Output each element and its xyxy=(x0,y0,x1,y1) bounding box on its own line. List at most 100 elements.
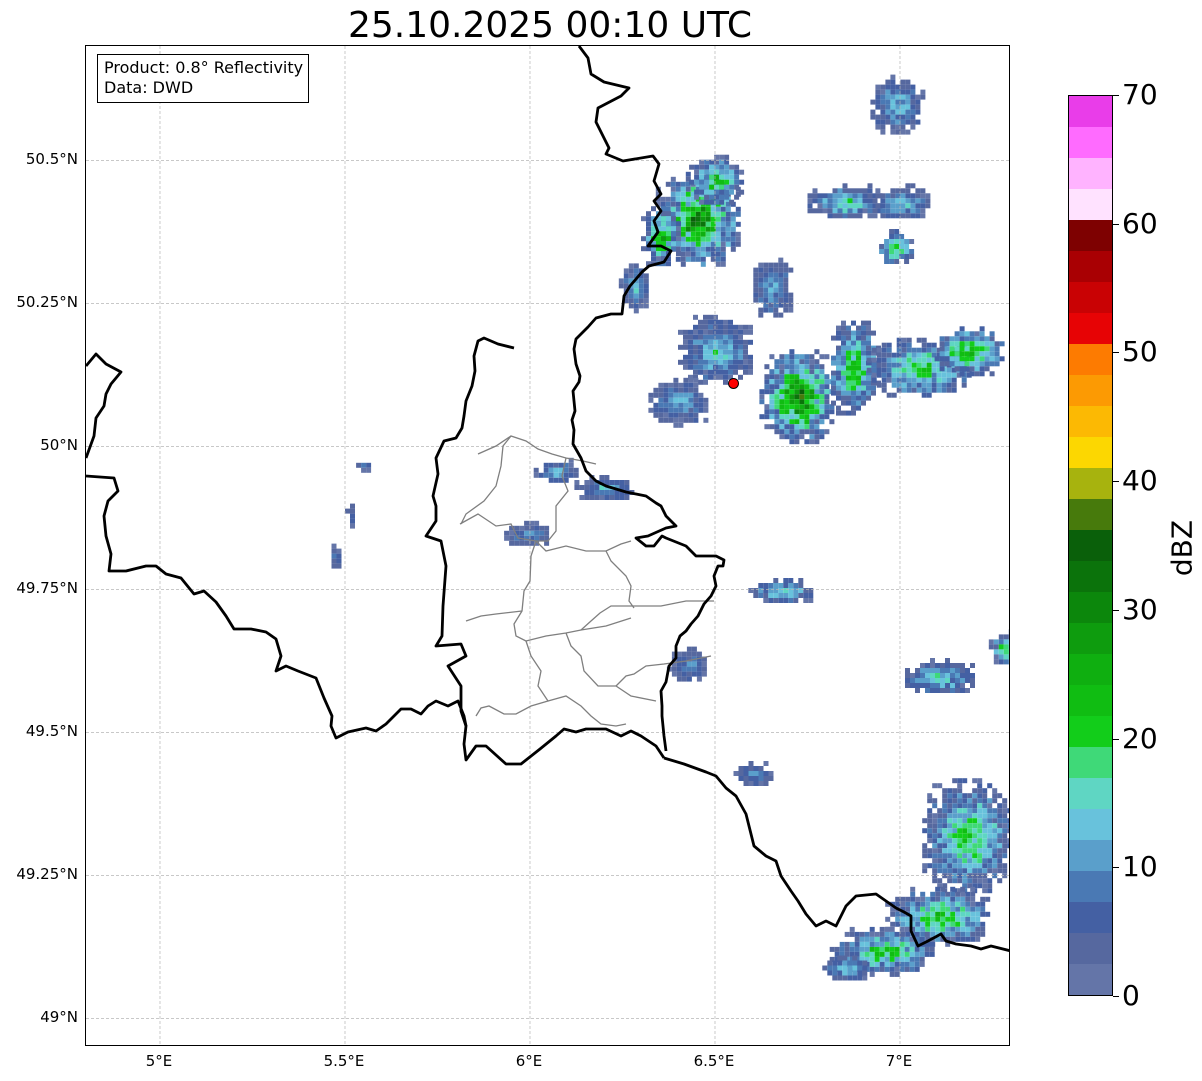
echo-cell xyxy=(824,374,830,380)
echo-cell xyxy=(952,813,958,819)
echo-cell xyxy=(957,783,963,789)
echo-cell xyxy=(718,349,723,355)
echo-cell xyxy=(924,931,930,937)
echo-cell xyxy=(783,598,789,603)
echo-cell xyxy=(758,588,764,593)
echo-cell xyxy=(955,683,960,688)
echo-cell xyxy=(819,434,825,440)
echo-cell xyxy=(773,292,779,298)
echo-cell xyxy=(730,216,736,222)
echo-cell xyxy=(729,179,735,185)
echo-cell xyxy=(701,666,707,672)
echo-cell xyxy=(940,926,946,932)
echo-cell xyxy=(951,377,957,383)
echo-cell xyxy=(763,588,769,593)
echo-cell xyxy=(965,936,971,942)
echo-cell xyxy=(832,188,838,194)
x-tick-label: 7°E xyxy=(885,1052,913,1070)
echo-cell xyxy=(573,472,579,478)
echo-cell xyxy=(819,374,825,380)
echo-cell xyxy=(935,906,941,912)
echo-cell xyxy=(851,350,856,356)
echo-cell xyxy=(824,354,830,360)
echo-cell xyxy=(942,863,948,869)
echo-cell xyxy=(952,853,958,859)
echo-cell xyxy=(952,878,958,884)
echo-cell xyxy=(609,495,615,500)
echo-cell xyxy=(680,211,686,217)
echo-cell xyxy=(366,462,372,468)
radar-site-marker[interactable] xyxy=(728,377,739,389)
echo-cell xyxy=(678,387,684,393)
echo-cell xyxy=(827,193,833,199)
echo-cell xyxy=(915,678,920,683)
echo-cell xyxy=(989,341,995,347)
echo-cell xyxy=(932,848,938,854)
echo-cell xyxy=(783,262,789,268)
echo-cell xyxy=(748,766,754,771)
echo-cell xyxy=(720,206,726,212)
echo-cell xyxy=(670,201,676,207)
echo-cell xyxy=(905,906,911,912)
echo-cell xyxy=(544,530,550,536)
echo-cell xyxy=(875,84,881,90)
echo-cell xyxy=(730,221,736,227)
echo-cell xyxy=(899,941,905,947)
echo-cell xyxy=(738,324,743,330)
echo-cell xyxy=(836,325,841,331)
echo-cell xyxy=(704,189,710,195)
echo-cell xyxy=(942,843,948,849)
echo-cell xyxy=(842,960,848,966)
echo-cell xyxy=(867,183,873,189)
echo-cell xyxy=(688,407,694,413)
echo-cell xyxy=(954,331,960,337)
echo-cell xyxy=(870,99,876,105)
echo-cell xyxy=(774,399,780,405)
echo-cell xyxy=(930,916,936,922)
echo-cell xyxy=(885,119,891,125)
echo-cell xyxy=(989,336,995,342)
radar-map[interactable] xyxy=(86,46,1010,1046)
echo-cell xyxy=(703,349,708,355)
echo-cell xyxy=(723,319,728,325)
echo-cell xyxy=(725,226,731,232)
echo-cluster xyxy=(733,761,774,786)
echo-cluster xyxy=(748,578,814,603)
echo-cell xyxy=(703,329,708,335)
echo-cell xyxy=(930,906,936,912)
echo-cell xyxy=(890,104,896,110)
echo-cell xyxy=(952,828,958,834)
data-source-label: Data: DWD xyxy=(104,78,194,97)
echo-cell xyxy=(885,203,891,209)
echo-cell xyxy=(350,503,355,509)
echo-cell xyxy=(881,367,887,373)
echo-cell xyxy=(648,407,654,413)
echo-cell xyxy=(618,278,624,284)
echo-cell xyxy=(728,319,733,325)
echo-cell xyxy=(947,823,953,829)
echo-cell xyxy=(920,921,926,927)
echo-cell xyxy=(914,966,920,972)
echo-cell xyxy=(725,221,731,227)
echo-cell xyxy=(920,94,926,100)
echo-cell xyxy=(1002,853,1008,859)
echo-cell xyxy=(960,916,966,922)
echo-cell xyxy=(725,216,731,222)
echo-cell xyxy=(982,788,988,794)
echo-cell xyxy=(773,282,779,288)
echo-cell xyxy=(851,360,856,366)
echo-cell xyxy=(693,417,699,423)
echo-cell xyxy=(739,179,745,185)
echo-cell xyxy=(856,325,861,331)
echo-cell xyxy=(847,970,853,976)
echo-cell xyxy=(824,404,830,410)
echo-cell xyxy=(929,951,935,957)
map-panel[interactable] xyxy=(85,45,1010,1046)
echo-cell xyxy=(950,891,956,897)
echo-cell xyxy=(709,174,715,180)
echo-cell xyxy=(738,329,743,335)
echo-cell xyxy=(889,239,895,244)
echo-cell xyxy=(783,277,789,283)
echo-cell xyxy=(533,467,539,473)
echo-cell xyxy=(876,367,882,373)
